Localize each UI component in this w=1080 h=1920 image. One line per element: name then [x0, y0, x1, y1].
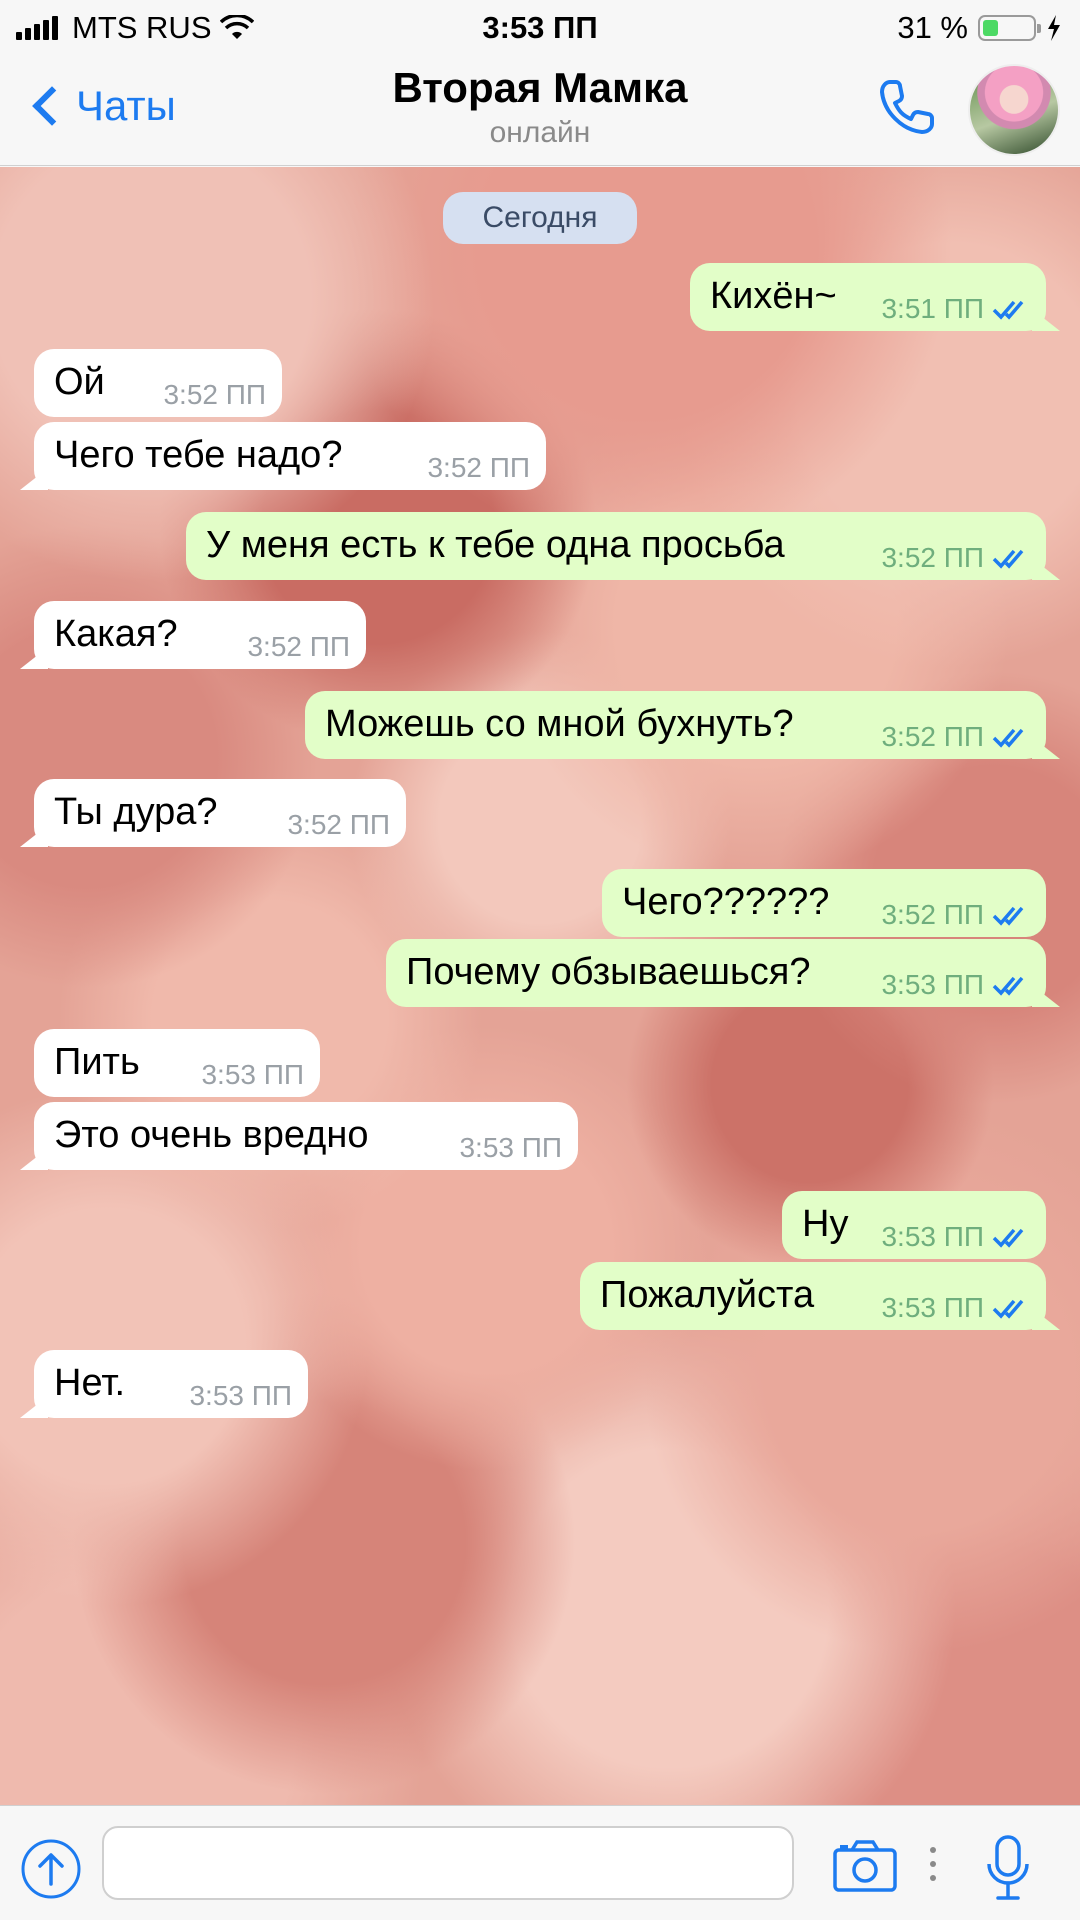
- charging-icon: [1048, 15, 1060, 41]
- message-text: Ты дура?: [54, 791, 218, 833]
- message-bubble-incoming[interactable]: Пить 3:53 ПП: [34, 1029, 320, 1097]
- camera-icon[interactable]: [832, 1838, 898, 1894]
- message-time: 3:52 ПП: [881, 899, 984, 930]
- message-time: 3:53 ПП: [881, 1221, 984, 1252]
- message-time: 3:52 ПП: [247, 631, 350, 662]
- back-label: Чаты: [76, 82, 176, 129]
- message-time: 3:53 ПП: [459, 1132, 562, 1163]
- message-bubble-incoming[interactable]: Ты дура? 3:52 ПП: [34, 779, 406, 847]
- chat-title: Вторая Мамка: [392, 64, 688, 111]
- message-bubble-outgoing[interactable]: У меня есть к тебе одна просьба 3:52 ПП: [186, 512, 1046, 580]
- double-check-icon: [992, 1228, 1024, 1248]
- back-button[interactable]: Чаты: [28, 76, 176, 136]
- message-text: У меня есть к тебе одна просьба: [206, 524, 785, 566]
- chat-header: Чаты Вторая Мамка онлайн: [0, 54, 1080, 166]
- message-text: Пить: [54, 1041, 140, 1083]
- signal-strength-icon: [16, 16, 58, 40]
- message-time: 3:52 ПП: [881, 721, 984, 752]
- contact-avatar[interactable]: [968, 64, 1060, 156]
- microphone-icon[interactable]: [982, 1834, 1034, 1902]
- status-bar: MTS RUS 3:53 ПП 31 %: [0, 0, 1080, 54]
- message-bubble-incoming[interactable]: Чего тебе надо? 3:52 ПП: [34, 422, 546, 490]
- message-input[interactable]: [102, 1826, 794, 1900]
- chevron-left-icon: [32, 86, 72, 126]
- message-time: 3:53 ПП: [189, 1380, 292, 1411]
- chat-title-box[interactable]: Вторая Мамка онлайн: [300, 64, 780, 150]
- message-time: 3:51 ПП: [881, 293, 984, 324]
- message-text: Кихён~: [710, 275, 837, 317]
- attach-upload-icon[interactable]: [20, 1838, 82, 1900]
- more-dots-icon[interactable]: [928, 1844, 938, 1884]
- battery-icon: [978, 15, 1041, 41]
- double-check-icon: [992, 549, 1024, 569]
- message-text: Какая?: [54, 613, 178, 655]
- message-time: 3:52 ПП: [163, 379, 266, 410]
- message-text: Можешь со мной бухнуть?: [325, 703, 794, 745]
- message-bubble-outgoing[interactable]: Почему обзываешься? 3:53 ПП: [386, 939, 1046, 1007]
- composer-bar: [0, 1805, 1080, 1920]
- message-bubble-outgoing[interactable]: Кихён~ 3:51 ПП: [690, 263, 1046, 331]
- message-text: Это очень вредно: [54, 1114, 369, 1156]
- message-time: 3:52 ПП: [427, 452, 530, 483]
- message-text: Нет.: [54, 1362, 126, 1404]
- message-time: 3:52 ПП: [287, 809, 390, 840]
- message-time: 3:53 ПП: [881, 969, 984, 1000]
- online-status: онлайн: [489, 116, 591, 149]
- wifi-icon: [219, 15, 254, 39]
- message-bubble-outgoing[interactable]: Пожалуйста 3:53 ПП: [580, 1262, 1046, 1330]
- message-list[interactable]: Сегодня Кихён~ 3:51 ПП Ой 3:52 ПП Чего т…: [0, 167, 1080, 1805]
- battery-percent: 31 %: [897, 10, 968, 45]
- double-check-icon: [992, 976, 1024, 996]
- double-check-icon: [992, 728, 1024, 748]
- double-check-icon: [992, 906, 1024, 926]
- message-bubble-outgoing[interactable]: Чего?????? 3:52 ПП: [602, 869, 1046, 937]
- message-text: Ой: [54, 361, 105, 403]
- message-bubble-incoming[interactable]: Ой 3:52 ПП: [34, 349, 282, 417]
- message-bubble-outgoing[interactable]: Можешь со мной бухнуть? 3:52 ПП: [305, 691, 1046, 759]
- message-bubble-incoming[interactable]: Какая? 3:52 ПП: [34, 601, 366, 669]
- message-text: Чего??????: [622, 881, 830, 923]
- message-text: Чего тебе надо?: [54, 434, 343, 476]
- message-text: Пожалуйста: [600, 1274, 815, 1316]
- double-check-icon: [992, 1299, 1024, 1319]
- message-text: Почему обзываешься?: [406, 951, 811, 993]
- message-time: 3:53 ПП: [201, 1059, 304, 1090]
- message-bubble-incoming[interactable]: Это очень вредно 3:53 ПП: [34, 1102, 578, 1170]
- message-bubble-outgoing[interactable]: Ну 3:53 ПП: [782, 1191, 1046, 1259]
- message-time: 3:53 ПП: [881, 1292, 984, 1323]
- date-separator: Сегодня: [443, 192, 637, 244]
- double-check-icon: [992, 300, 1024, 320]
- message-bubble-incoming[interactable]: Нет. 3:53 ПП: [34, 1350, 308, 1418]
- message-text: Ну: [802, 1203, 849, 1245]
- carrier-name: MTS RUS: [72, 10, 212, 45]
- message-time: 3:52 ПП: [881, 542, 984, 573]
- phone-call-icon[interactable]: [874, 76, 938, 140]
